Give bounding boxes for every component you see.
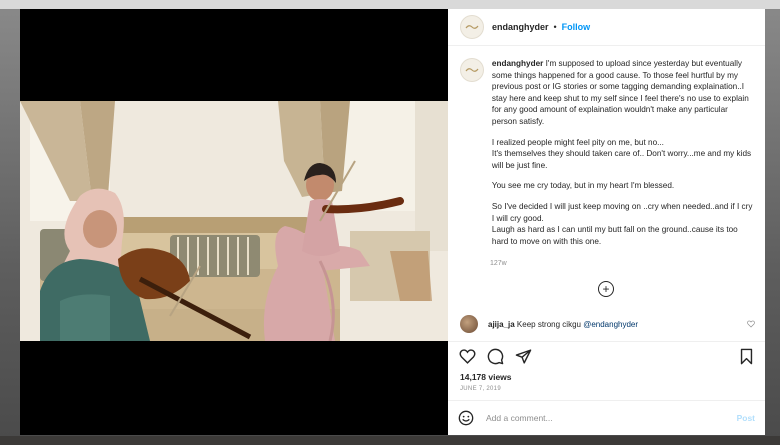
browser-top-strip: [0, 0, 780, 9]
action-bar: [448, 341, 765, 370]
logo-mark-icon: [465, 68, 479, 72]
author-avatar[interactable]: [460, 15, 484, 39]
heart-icon: [459, 348, 475, 364]
post-header: endanghyder • Follow: [448, 9, 765, 46]
browser-bottom-strip: [0, 436, 780, 445]
comment-text: ajija_ja Keep strong cikgu @endanghyder: [488, 320, 638, 329]
caption-paragraph-4: So I've decided I will just keep moving …: [491, 201, 753, 246]
caption-row: endanghyder I'm supposed to upload since…: [460, 58, 753, 256]
caption-age: 127w: [490, 260, 507, 268]
comment-body: Keep strong cikgu: [516, 319, 581, 329]
post-date[interactable]: JUNE 7, 2019: [448, 382, 765, 400]
plus-circle-icon[interactable]: +: [598, 281, 614, 297]
header-separator: •: [553, 22, 557, 32]
caption-avatar[interactable]: [460, 58, 484, 82]
caption-paragraph-3: You see me cry today, but in my heart I'…: [491, 181, 675, 191]
video-player[interactable]: [20, 101, 448, 341]
comment-mention[interactable]: @endanghyder: [583, 320, 638, 329]
bookmark-icon: [740, 348, 752, 364]
logo-mark-icon: [465, 25, 479, 29]
comment-icon: [487, 348, 503, 364]
like-button[interactable]: [458, 347, 476, 365]
video-frame-illustration: [20, 101, 448, 341]
caption-paragraph-1: I'm supposed to upload since yesterday b…: [491, 59, 749, 126]
follow-button[interactable]: Follow: [562, 22, 591, 32]
author-username[interactable]: endanghyder: [492, 22, 549, 32]
add-comment-input[interactable]: [484, 412, 737, 424]
share-icon: [515, 348, 531, 364]
post-side-panel: endanghyder • Follow endanghyder I'm sup…: [448, 9, 765, 435]
post-media[interactable]: [20, 9, 448, 435]
commenter-username[interactable]: ajija_ja: [488, 320, 515, 329]
comment-like-icon[interactable]: [747, 320, 755, 328]
caption-username[interactable]: endanghyder: [492, 59, 543, 68]
save-button[interactable]: [737, 347, 755, 365]
share-button[interactable]: [514, 347, 532, 365]
comments-area[interactable]: endanghyder I'm supposed to upload since…: [448, 46, 765, 341]
comment-row: ajija_ja Keep strong cikgu @endanghyder: [460, 315, 755, 333]
caption-paragraph-2: I realized people might feel pity on me,…: [491, 137, 752, 170]
caption-text: endanghyder I'm supposed to upload since…: [492, 58, 753, 256]
add-comment-bar: Post: [448, 400, 765, 435]
emoji-icon[interactable]: [458, 410, 474, 426]
post-comment-button[interactable]: Post: [737, 413, 755, 423]
comment-button[interactable]: [486, 347, 504, 365]
commenter-avatar[interactable]: [460, 315, 478, 333]
view-count[interactable]: 14,178 views: [448, 370, 765, 382]
